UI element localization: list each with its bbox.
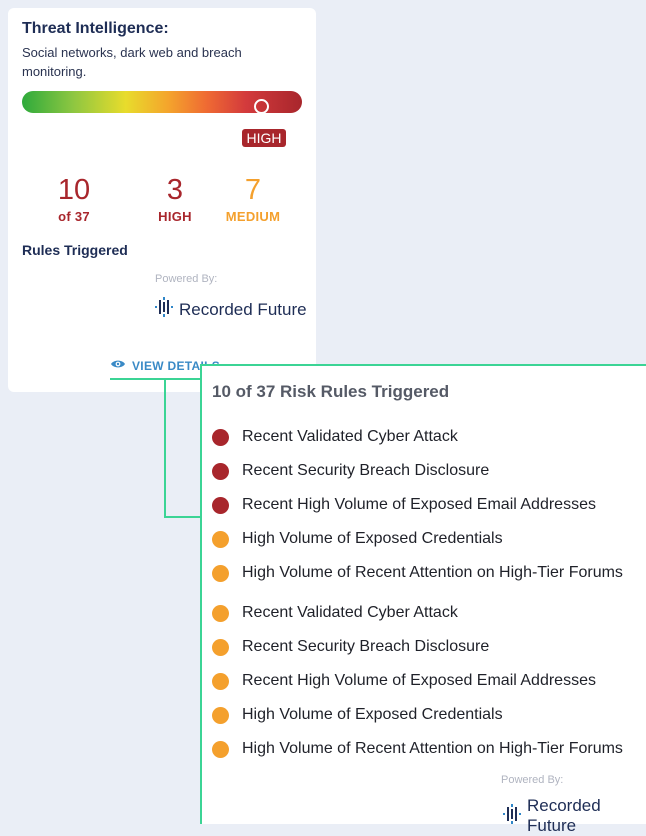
rule-label: High Volume of Recent Attention on High-… — [242, 740, 623, 757]
stat-medium-number: 7 — [244, 174, 262, 206]
risk-rules-popup: 10 of 37 Risk Rules Triggered Recent Val… — [200, 364, 646, 835]
severity-dot-icon — [212, 496, 229, 514]
list-item: High Volume of Recent Attention on High-… — [212, 732, 623, 766]
rules-triggered-heading: Rules Triggered — [22, 242, 128, 258]
list-item: Recent High Volume of Exposed Email Addr… — [212, 488, 623, 522]
list-item: Recent Validated Cyber Attack — [212, 420, 623, 454]
card-title: Threat Intelligence: — [22, 20, 169, 37]
rule-label: Recent High Volume of Exposed Email Addr… — [242, 672, 596, 689]
list-item: Recent High Volume of Exposed Email Addr… — [212, 664, 623, 698]
rule-label: High Volume of Recent Attention on High-… — [242, 564, 623, 581]
recorded-future-logo-icon — [153, 296, 175, 323]
popup-connector-line — [164, 378, 166, 518]
list-item: High Volume of Exposed Credentials — [212, 698, 623, 732]
severity-dot-icon — [212, 672, 229, 690]
list-item: Recent Security Breach Disclosure — [212, 454, 623, 488]
rule-label: Recent Security Breach Disclosure — [242, 462, 490, 479]
recorded-future-logo-icon — [501, 803, 523, 830]
rule-label: High Volume of Exposed Credentials — [242, 530, 503, 547]
stat-total-number: 10 — [57, 174, 91, 206]
severity-dot-icon — [212, 706, 229, 724]
risk-level-badge: HIGH — [242, 129, 286, 147]
popup-connector-line — [164, 516, 202, 518]
list-item: Recent Security Breach Disclosure — [212, 630, 623, 664]
rule-label: Recent High Volume of Exposed Email Addr… — [242, 496, 596, 513]
severity-dot-icon — [212, 564, 229, 582]
logo-text: Recorded Future — [179, 299, 307, 319]
severity-dot-icon — [212, 638, 229, 656]
stat-high: 3 HIGH — [130, 174, 220, 224]
list-item: High Volume of Exposed Credentials — [212, 522, 623, 556]
rule-label: High Volume of Exposed Credentials — [242, 706, 503, 723]
severity-dot-icon — [212, 462, 229, 480]
list-item: Recent Validated Cyber Attack — [212, 596, 623, 630]
severity-dot-icon — [212, 740, 229, 758]
card-description: Social networks, dark web and breach mon… — [22, 45, 242, 79]
recorded-future-logo: Recorded Future — [501, 796, 646, 836]
threat-intelligence-card: Threat Intelligence: Social networks, da… — [8, 8, 316, 392]
powered-by-label: Powered By: — [501, 774, 564, 786]
stat-high-number: 3 — [166, 174, 184, 206]
popup-title: 10 of 37 Risk Rules Triggered — [212, 382, 450, 401]
stat-total-label: of 37 — [58, 209, 90, 224]
severity-dot-icon — [212, 530, 229, 548]
powered-by-label: Powered By: — [155, 273, 218, 285]
recorded-future-logo: Recorded Future — [153, 296, 307, 323]
rule-label: Recent Validated Cyber Attack — [242, 604, 458, 621]
severity-dot-icon — [212, 604, 229, 622]
stat-medium: 7 MEDIUM — [208, 174, 298, 224]
rule-label: Recent Security Breach Disclosure — [242, 638, 490, 655]
logo-text: Recorded Future — [527, 796, 601, 835]
severity-dot-icon — [212, 428, 229, 446]
stat-high-label: HIGH — [158, 209, 192, 224]
stat-total: 10 of 37 — [29, 174, 119, 224]
eye-icon — [110, 358, 126, 373]
risk-gauge-marker — [254, 99, 269, 114]
popup-connector-line — [110, 378, 202, 380]
rule-list: Recent Validated Cyber Attack Recent Secu… — [212, 420, 623, 766]
stat-medium-label: MEDIUM — [225, 209, 281, 224]
rule-label: Recent Validated Cyber Attack — [242, 428, 458, 445]
list-item: High Volume of Recent Attention on High-… — [212, 556, 623, 590]
